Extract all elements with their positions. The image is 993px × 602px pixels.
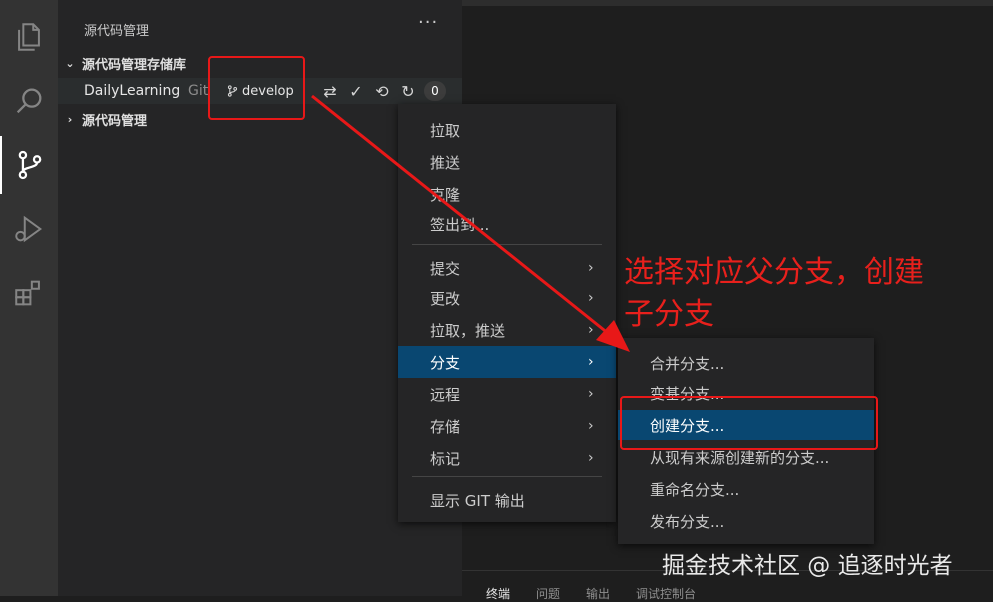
- watermark: 掘金技术社区 @ 追逐时光者: [662, 553, 953, 579]
- annotation-text: 选择对应父分支，创建子分支: [624, 255, 924, 332]
